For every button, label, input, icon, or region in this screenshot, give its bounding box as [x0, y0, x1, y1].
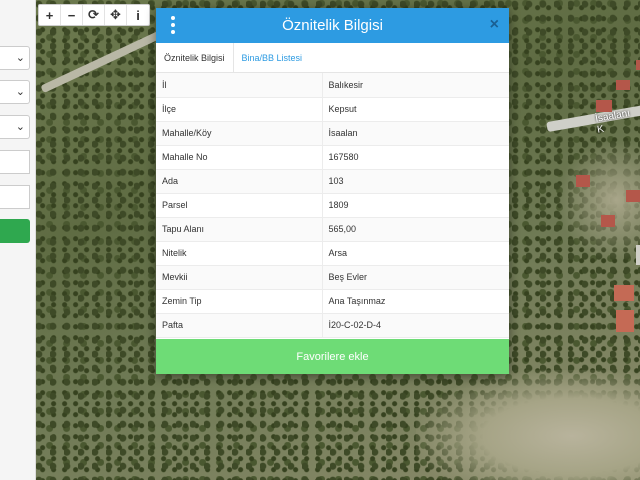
refresh-icon[interactable]: ⟳ — [83, 5, 105, 25]
map-building — [576, 175, 590, 187]
attr-key: Ada — [156, 169, 323, 194]
ada-input[interactable] — [0, 150, 30, 174]
search-button[interactable] — [0, 219, 30, 243]
table-row: İl Balıkesir — [156, 73, 509, 98]
table-row: Mevkii Beş Evler — [156, 265, 509, 290]
chevron-down-icon: ⌄ — [15, 121, 25, 133]
chevron-down-icon: ⌄ — [15, 52, 25, 64]
close-icon[interactable]: × — [490, 16, 499, 34]
attr-key: Mahalle/Köy — [156, 121, 323, 146]
table-row: Mahalle/Köy İsaalan — [156, 121, 509, 146]
add-to-favorites-button[interactable]: Favorilere ekle — [156, 339, 509, 374]
map-building — [616, 80, 630, 90]
kebab-menu-icon[interactable] — [168, 16, 178, 34]
attr-key: Mahalle No — [156, 145, 323, 170]
attr-key: İl — [156, 73, 323, 98]
parsel-input[interactable] — [0, 185, 30, 209]
zoom-out-icon[interactable]: − — [61, 5, 83, 25]
attr-value: Balıkesir — [322, 73, 509, 98]
attr-key: Mevkii — [156, 265, 323, 290]
table-row: Zemin Tip Ana Taşınmaz — [156, 289, 509, 314]
table-row: Tapu Alanı 565,00 — [156, 217, 509, 242]
dialog-tabs: Öznitelik Bilgisi Bina/BB Listesi — [156, 43, 509, 73]
attr-value: 565,00 — [322, 217, 509, 242]
attr-key: İlçe — [156, 97, 323, 122]
table-row: Pafta İ20-C-02-D-4 — [156, 313, 509, 338]
dialog-title: Öznitelik Bilgisi — [282, 17, 383, 34]
map-building — [601, 215, 615, 227]
attribute-table: İl Balıkesir İlçe Kepsut Mahalle/Köy İsa… — [156, 73, 509, 338]
info-icon[interactable]: i — [127, 5, 149, 25]
il-select[interactable]: ⌄ — [0, 46, 30, 70]
attribute-dialog: Öznitelik Bilgisi × Öznitelik Bilgisi Bi… — [156, 8, 509, 374]
attr-value: Kepsut — [322, 97, 509, 122]
attr-value: İsaalan — [322, 121, 509, 146]
map-building — [614, 285, 634, 301]
attr-value: Arsa — [322, 241, 509, 266]
map-road — [40, 30, 162, 94]
attr-key: Zemin Tip — [156, 289, 323, 314]
map-building — [626, 190, 640, 202]
table-row: Ada 103 — [156, 169, 509, 194]
map-building — [636, 60, 640, 70]
map-toolbar: + − ⟳ ✥ i — [38, 4, 150, 26]
attr-key: Pafta — [156, 313, 323, 338]
attr-value: 103 — [322, 169, 509, 194]
table-row: İlçe Kepsut — [156, 97, 509, 122]
map-building — [616, 310, 634, 332]
table-row: Parsel 1809 — [156, 193, 509, 218]
left-panel: ⌄ ⌄ ⌄ — [0, 0, 36, 480]
attr-key: Nitelik — [156, 241, 323, 266]
ilce-select[interactable]: ⌄ — [0, 80, 30, 104]
attr-value: 1809 — [322, 193, 509, 218]
table-row: Nitelik Arsa — [156, 241, 509, 266]
attr-value: İ20-C-02-D-4 — [322, 313, 509, 338]
tab-attribute-info[interactable]: Öznitelik Bilgisi — [156, 43, 234, 72]
tab-building-list[interactable]: Bina/BB Listesi — [234, 43, 311, 72]
attr-value: Ana Taşınmaz — [322, 289, 509, 314]
zoom-in-icon[interactable]: + — [39, 5, 61, 25]
mahalle-select[interactable]: ⌄ — [0, 115, 30, 139]
chevron-down-icon: ⌄ — [15, 86, 25, 98]
attr-value: Beş Evler — [322, 265, 509, 290]
attr-value: 167580 — [322, 145, 509, 170]
attr-key: Parsel — [156, 193, 323, 218]
table-row: Mahalle No 167580 — [156, 145, 509, 170]
move-icon[interactable]: ✥ — [105, 5, 127, 25]
map-terrain — [416, 370, 640, 480]
dialog-header: Öznitelik Bilgisi × — [156, 8, 509, 43]
attr-key: Tapu Alanı — [156, 217, 323, 242]
map-building — [636, 245, 640, 265]
